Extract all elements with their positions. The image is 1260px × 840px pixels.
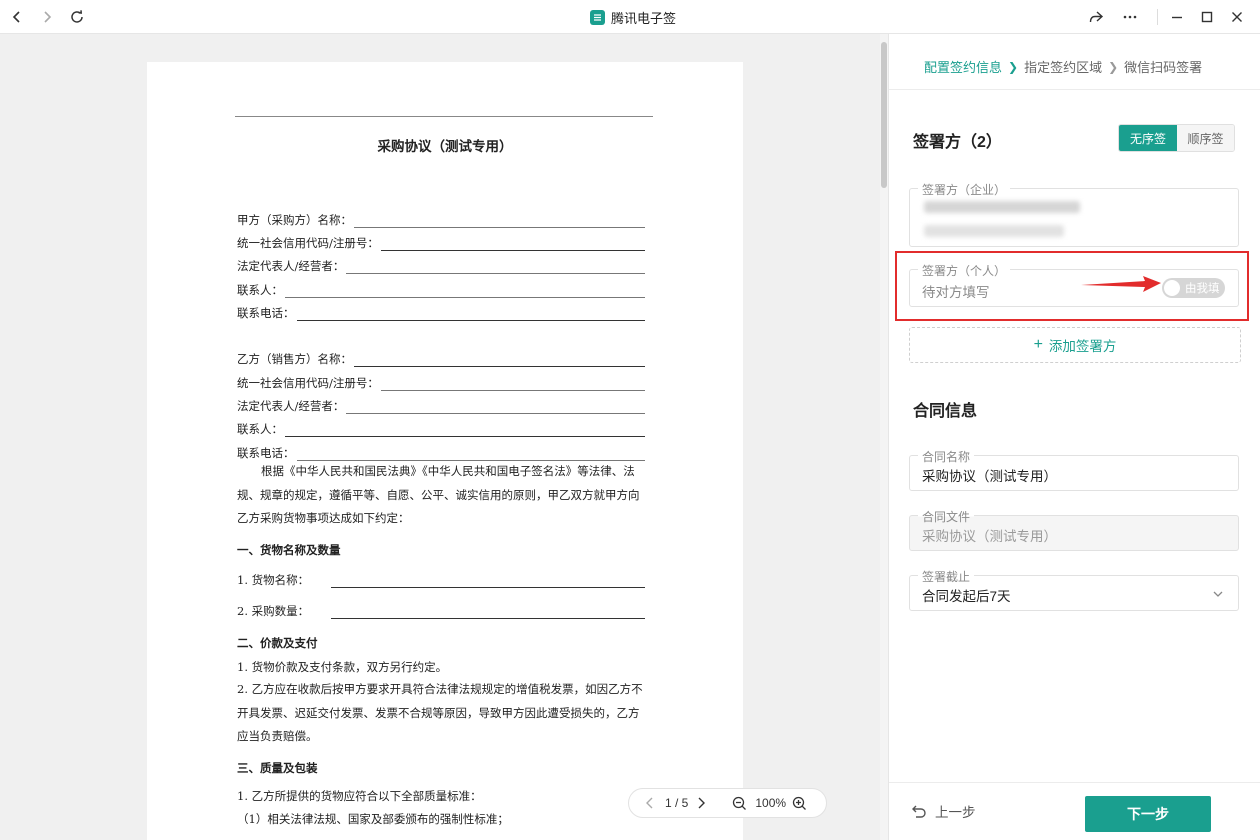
- sign-order-toggle: 无序签 顺序签: [1118, 124, 1235, 152]
- step-configure[interactable]: 配置签约信息: [924, 57, 1002, 76]
- document-viewer[interactable]: 采购协议（测试专用） 甲方（采购方）名称： 统一社会信用代码/注册号： 法定代表…: [0, 34, 880, 840]
- step-assign-area[interactable]: 指定签约区域: [1024, 57, 1102, 76]
- party-a-rep-line: 法定代表人/经营者：: [237, 258, 645, 274]
- previous-step-button[interactable]: 上一步: [911, 801, 976, 821]
- signing-config-panel: 配置签约信息 ❯ 指定签约区域 ❯ 微信扫码签署 签署方（2） 无序签 顺序签 …: [888, 34, 1260, 840]
- app-logo-icon: [590, 10, 605, 25]
- personal-signer-label: 签署方（个人）: [918, 262, 1011, 279]
- zoom-out-button[interactable]: [732, 796, 747, 811]
- party-b-contact-line: 联系人：: [237, 421, 645, 437]
- deadline-select[interactable]: 签署截止 合同发起后7天: [909, 568, 1239, 611]
- share-icon: [1089, 11, 1104, 23]
- section-2-line-2: 2. 乙方应在收款后按甲方要求开具符合法律法规规定的增值税发票，如因乙方不开具发…: [237, 682, 643, 743]
- red-arrow-icon: [1081, 276, 1161, 292]
- close-button[interactable]: [1226, 6, 1248, 28]
- forward-button[interactable]: [36, 6, 58, 28]
- step-wechat-sign[interactable]: 微信扫码签署: [1124, 57, 1202, 76]
- party-a-name-line: 甲方（采购方）名称：: [237, 212, 645, 228]
- chevron-left-icon: [646, 797, 653, 809]
- app-title: 腾讯电子签: [590, 8, 676, 27]
- previous-step-label: 上一步: [935, 805, 976, 820]
- party-a-contact-line: 联系人：: [237, 282, 645, 298]
- unordered-sign-button[interactable]: 无序签: [1119, 125, 1177, 151]
- contract-name-field[interactable]: 合同名称 采购协议（测试专用）: [909, 448, 1239, 491]
- contract-name-label: 合同名称: [918, 448, 975, 465]
- redacted-company-contact: [924, 225, 1064, 237]
- zoom-in-icon: [792, 796, 807, 810]
- ordered-sign-button[interactable]: 顺序签: [1177, 125, 1234, 151]
- next-page-button[interactable]: [696, 797, 706, 809]
- redacted-company-name: [924, 201, 1080, 213]
- zoom-out-icon: [733, 796, 747, 810]
- party-b-name-line: 乙方（销售方）名称：: [237, 351, 645, 367]
- chevron-right-icon: ❯: [1108, 59, 1119, 74]
- chevron-right-icon: [698, 797, 706, 809]
- goods-quantity-line: 2. 采购数量：: [237, 603, 645, 619]
- maximize-button[interactable]: [1196, 6, 1218, 28]
- section-3-line-2: （1）相关法律法规、国家及部委颁布的强制性标准；: [237, 812, 509, 826]
- app-title-text: 腾讯电子签: [611, 11, 677, 26]
- contract-info-title: 合同信息: [913, 403, 978, 420]
- minimize-icon: [1172, 16, 1182, 19]
- party-b-phone-line: 联系电话：: [237, 445, 645, 461]
- chevron-right-icon: [44, 11, 52, 23]
- chevron-left-icon: [12, 11, 20, 23]
- add-signer-button[interactable]: + 添加签署方: [909, 327, 1241, 363]
- section-3-title: 三、质量及包装: [237, 761, 318, 775]
- goods-name-line: 1. 货物名称：: [237, 572, 645, 588]
- titlebar-divider: [1157, 9, 1158, 25]
- undo-icon: [912, 805, 926, 818]
- more-icon: [1123, 15, 1137, 19]
- party-b-rep-line: 法定代表人/经营者：: [237, 398, 645, 414]
- page-top-rule: [235, 116, 653, 117]
- enterprise-signer-label: 签署方（企业）: [918, 181, 1011, 198]
- section-1-title: 一、货物名称及数量: [237, 543, 341, 557]
- section-2-title: 二、价款及支付: [237, 636, 318, 650]
- panel-footer: 上一步 下一步: [889, 782, 1260, 840]
- close-icon: [1232, 12, 1242, 22]
- title-bar: 腾讯电子签: [0, 0, 1260, 34]
- zoom-level: 100%: [755, 796, 787, 810]
- fill-by-me-label: 由我填: [1185, 283, 1220, 295]
- document-page: 采购协议（测试专用） 甲方（采购方）名称： 统一社会信用代码/注册号： 法定代表…: [147, 62, 743, 840]
- deadline-value: 合同发起后7天: [922, 589, 1011, 604]
- party-a-phone-line: 联系电话：: [237, 305, 645, 321]
- page-indicator: 1 / 5: [665, 796, 689, 810]
- minimize-button[interactable]: [1166, 6, 1188, 28]
- contract-name-value: 采购协议（测试专用）: [922, 469, 1057, 484]
- party-a-code-line: 统一社会信用代码/注册号：: [237, 235, 645, 251]
- chevron-right-icon: ❯: [1008, 59, 1019, 74]
- intro-paragraph: 根据《中华人民共和国民法典》《中华人民共和国电子签名法》等法律、法规、规章的规定…: [237, 464, 640, 525]
- section-3-line-1: 1. 乙方所提供的货物应符合以下全部质量标准：: [237, 789, 482, 803]
- prev-page-button[interactable]: [645, 797, 655, 809]
- signers-title: 签署方（2）: [913, 134, 1002, 151]
- fill-by-me-toggle[interactable]: 由我填: [1162, 278, 1225, 298]
- contract-file-field: 合同文件 采购协议（测试专用）: [909, 508, 1239, 551]
- section-2-line-1: 1. 货物价款及支付条款，双方另行约定。: [237, 660, 448, 674]
- zoom-in-button[interactable]: [792, 796, 807, 811]
- panel-divider: [889, 89, 1260, 90]
- maximize-icon: [1201, 11, 1213, 23]
- more-button[interactable]: [1119, 6, 1141, 28]
- refresh-icon: [71, 10, 83, 23]
- party-b-code-line: 统一社会信用代码/注册号：: [237, 375, 645, 391]
- enterprise-signer-field[interactable]: 签署方（企业）: [909, 181, 1239, 247]
- document-scroll-thumb[interactable]: [881, 42, 887, 188]
- document-title: 采购协议（测试专用）: [377, 139, 513, 155]
- chevron-down-icon: [1213, 591, 1223, 597]
- toggle-knob: [1164, 280, 1180, 296]
- page-zoom-control: 1 / 5 100%: [628, 788, 827, 818]
- personal-signer-value: 待对方填写: [922, 285, 990, 300]
- refresh-button[interactable]: [66, 6, 88, 28]
- plus-icon: +: [1033, 336, 1043, 353]
- share-button[interactable]: [1085, 6, 1107, 28]
- next-step-button[interactable]: 下一步: [1085, 796, 1211, 832]
- step-breadcrumb: 配置签约信息 ❯ 指定签约区域 ❯ 微信扫码签署: [924, 57, 1202, 76]
- contract-file-value: 采购协议（测试专用）: [922, 529, 1057, 544]
- add-signer-label: 添加签署方: [1048, 339, 1117, 354]
- back-button[interactable]: [6, 6, 28, 28]
- deadline-label: 签署截止: [918, 568, 975, 585]
- contract-file-label: 合同文件: [918, 508, 975, 525]
